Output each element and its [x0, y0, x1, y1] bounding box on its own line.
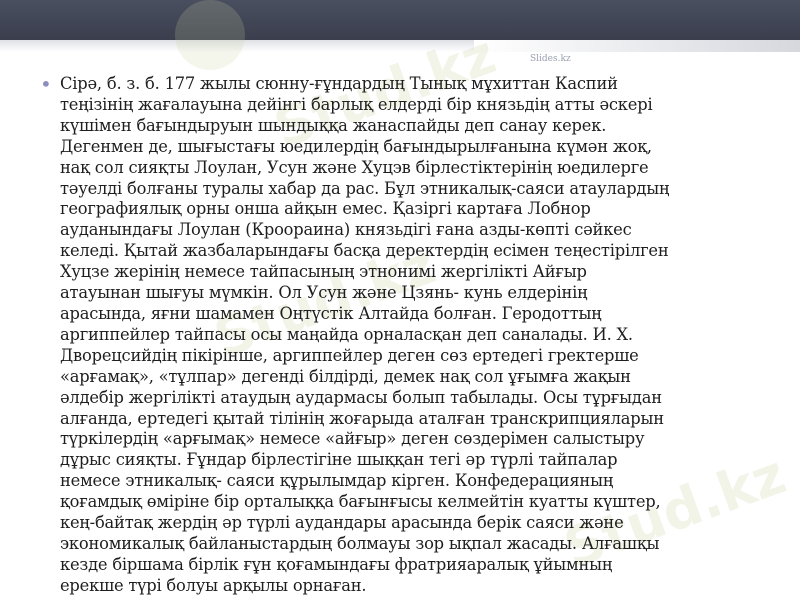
text-line: теңізінің жағалауына дейінгі барлық елде…	[60, 94, 653, 114]
text-line: түркілердің «арғымақ» немесе «айғыр» дег…	[60, 429, 645, 449]
text-line: Сірә, б. з. б. 177 жылы сюнну-ғұндардың …	[60, 74, 618, 93]
text-line: тәуелді болғаны туралы хабар да рас. Бұл…	[60, 178, 670, 198]
text-line: Дегенмен де, шығыстағы юедилердің бағынд…	[60, 136, 652, 156]
text-line: аргиппейлер тайпасы осы маңайда орналасқ…	[60, 324, 633, 344]
text-line: атауынан шығуы мүмкін. Ол Усун және Цзян…	[60, 283, 588, 303]
watermark-logo-icon	[175, 0, 245, 70]
text-line: кең-байтақ жердің әр түрлі аудандары ара…	[60, 513, 624, 533]
header-band	[0, 0, 800, 40]
text-line: әлдебір жергілікті атаудың аудармасы бол…	[60, 387, 662, 407]
source-label: Slides.kz	[530, 54, 571, 64]
text-line: географиялық орны онша айқын емес. Қазір…	[60, 199, 591, 219]
text-line: ауданындағы Лоулан (Кроораина) князьдігі…	[60, 220, 632, 240]
text-line: кезде біршама бірлік ғұн қоғамындағы фра…	[60, 554, 613, 574]
text-line: күшімен бағындыруын шындыққа жанаспайды …	[60, 115, 607, 135]
text-line: экономикалық байланыстардың болмауы зор …	[60, 533, 660, 553]
bullet-icon: •	[40, 72, 52, 96]
text-line: Хуцзе жерінің немесе тайпасының этнонимі…	[60, 262, 587, 282]
slide-body: • Сірә, б. з. б. 177 жылы сюнну-ғұндарды…	[40, 74, 750, 597]
text-line: Дворецсийдің пікірінше, аргиппейлер деге…	[60, 345, 639, 365]
source-bar	[474, 40, 800, 52]
text-line: ерекше түрі болуы арқылы орнаған.	[60, 575, 367, 595]
text-line: келеді. Қытай жазбаларындағы басқа дерек…	[60, 241, 669, 261]
text-line: дұрыс сияқты. Ғұндар бірлестігіне шыққан…	[60, 450, 618, 470]
text-line: «арғамақ», «тұлпар» дегенді білдірді, де…	[60, 366, 631, 386]
body-paragraph: Сірә, б. з. б. 177 жылы сюнну-ғұндардың …	[60, 74, 750, 597]
text-line: немесе этникалық- саяси құрылымдар кірге…	[60, 471, 614, 491]
text-line: қоғамдық өміріне бір орталыққа бағынғысы…	[60, 492, 661, 512]
text-line: нақ сол сияқты Лоулан, Усун және Хуцэв б…	[60, 157, 649, 177]
text-line: алғанда, ертедегі қытай тілінің жоғарыда…	[60, 408, 664, 428]
text-line: арасында, яғни шамамен Оңтүстік Алтайда …	[60, 303, 602, 323]
